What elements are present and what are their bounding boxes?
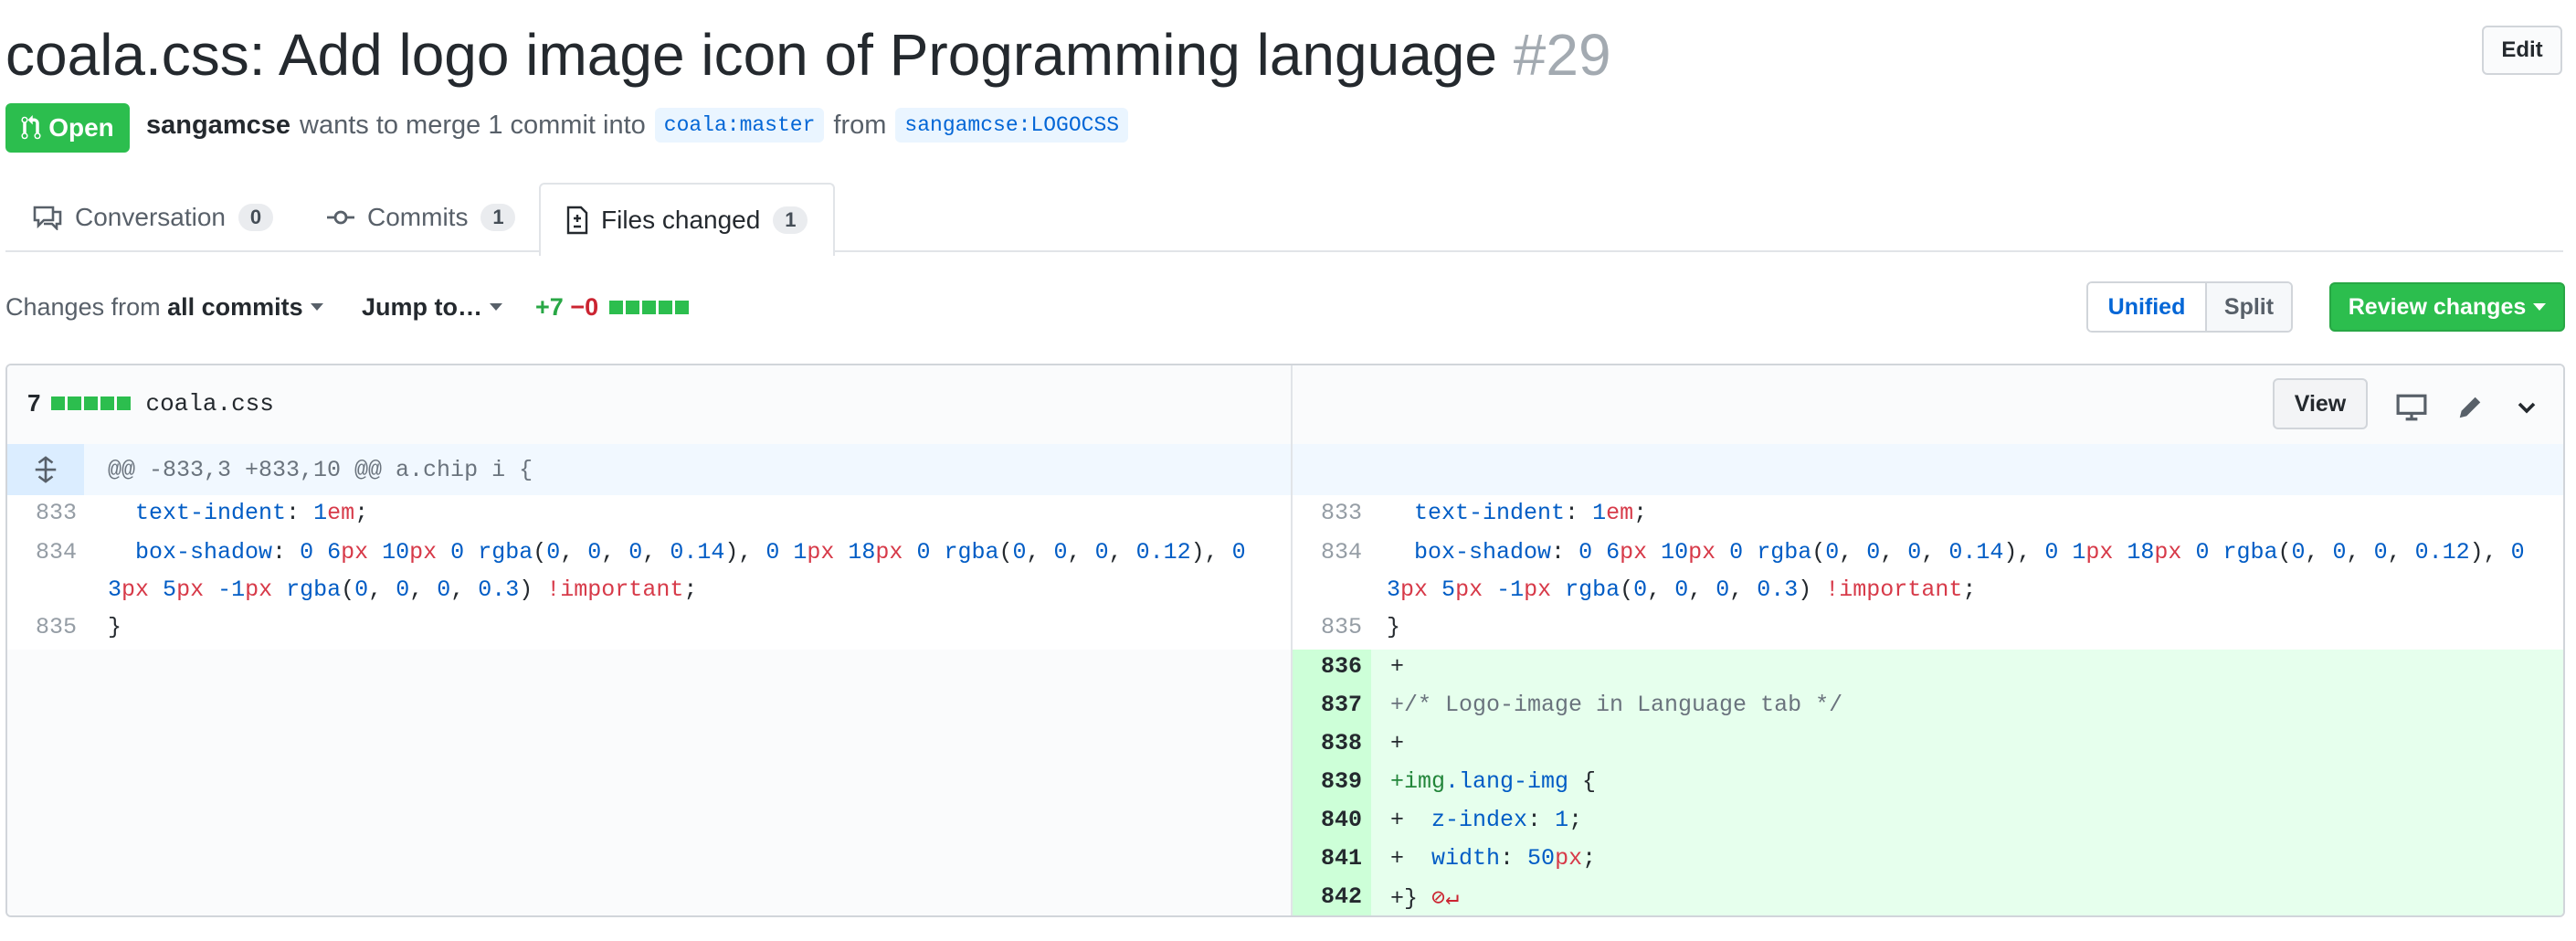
pull-request-icon [21,115,41,140]
code-line-added: +img.lang-img { [1390,768,1597,795]
status-badge: Open [5,103,130,153]
changes-from-prefix: Changes from [5,292,161,321]
line-number[interactable]: 836 [1293,653,1362,680]
line-number[interactable]: 841 [1293,845,1362,872]
changes-from-value: all commits [167,292,303,321]
code-line: text-indent: 1em; [135,500,369,526]
file-diffstat-blocks [51,396,132,410]
diffstat: +7 −0 [535,287,690,327]
chevron-down-icon [490,303,502,311]
diff-view-toggle: Unified Split [2086,281,2293,333]
code-line-added: + [1390,730,1405,756]
merge-text: wants to merge 1 commit into [300,110,646,140]
tab-files-changed[interactable]: Files changed 1 [539,183,836,256]
chevron-down-icon [2533,303,2547,311]
line-number[interactable]: 834 [1293,539,1362,566]
file-info: 7 coala.css [27,389,274,418]
hunk-header-text: @@ -833,3 +833,10 @@ a.chip i { [108,457,533,483]
chevron-down-icon [310,303,323,311]
author-link[interactable]: sangamcse [146,111,290,141]
pr-title-text: coala.css: Add logo image icon of Progra… [5,22,1497,88]
line-number[interactable]: 840 [1293,807,1362,833]
empty-left-side [7,650,1291,915]
code-line-added: +} ⊘↵ [1390,885,1460,912]
pr-meta: sangamcse wants to merge 1 commit into c… [146,108,1129,143]
line-number[interactable]: 837 [1293,692,1362,718]
line-number[interactable]: 835 [7,614,77,640]
comment-icon [33,206,62,230]
code-line-added: + z-index: 1; [1390,807,1583,833]
tab-commits[interactable]: Commits 1 [301,183,541,252]
deletions-count: −0 [570,292,599,321]
head-branch[interactable]: sangamcse:LOGOCSS [895,108,1129,143]
code-line: } [1387,614,1401,640]
file-diff-icon [566,206,588,235]
code-line: box-shadow: 0 6px 10px 0 rgba(0, 0, 0, 0… [1414,539,2525,566]
tab-commits-label: Commits [367,203,469,231]
pencil-icon[interactable] [2452,389,2488,426]
view-file-button[interactable]: View [2273,378,2368,429]
line-number[interactable]: 838 [1293,730,1362,756]
code-line: text-indent: 1em; [1414,500,1648,526]
code-line-wrap: 3px 5px -1px rgba(0, 0, 0, 0.3) !importa… [1387,576,1977,603]
jump-to-label: Jump to… [362,292,482,321]
file-diff: 7 coala.css View @@ -833,3 +833,10 @@ a.… [5,364,2565,917]
hunk-header: @@ -833,3 +833,10 @@ a.chip i { [7,444,2563,495]
chevron-down-icon[interactable] [2508,389,2545,426]
tab-conversation-label: Conversation [75,203,226,231]
file-change-count: 7 [27,389,41,417]
tab-files-changed-label: Files changed [601,206,761,234]
tab-commits-count: 1 [480,204,516,231]
diffstat-blocks [609,300,690,314]
code-line-wrap: 3px 5px -1px rgba(0, 0, 0, 0.3) !importa… [108,576,698,603]
changes-from-dropdown[interactable]: Changes from all commits [5,287,323,327]
tab-files-changed-count: 1 [773,206,808,234]
tab-conversation-count: 0 [238,204,273,231]
unified-button[interactable]: Unified [2088,283,2207,331]
expand-icon[interactable] [7,444,84,495]
line-number[interactable]: 833 [1293,500,1362,526]
code-line-added: + width: 50px; [1390,845,1597,872]
code-line: box-shadow: 0 6px 10px 0 rgba(0, 0, 0, 0… [135,539,1246,566]
edit-button[interactable]: Edit [2482,26,2562,75]
split-button[interactable]: Split [2207,283,2291,331]
file-name[interactable]: coala.css [145,390,273,418]
pr-title: coala.css: Add logo image icon of Progra… [5,18,1611,91]
code-line: } [108,614,122,640]
from-text: from [833,110,887,140]
file-header: 7 coala.css View [7,365,2563,446]
line-number[interactable]: 834 [7,539,77,566]
code-line-added: + [1390,653,1405,680]
display-rich-diff-icon[interactable] [2393,389,2430,426]
review-changes-button[interactable]: Review changes [2329,282,2565,332]
jump-to-dropdown[interactable]: Jump to… [362,287,502,327]
line-number[interactable]: 835 [1293,614,1362,640]
line-number[interactable]: 842 [1293,883,1362,910]
code-line-added: +/* Logo-image in Language tab */ [1390,692,1843,718]
no-newline-icon: ⊘↵ [1431,885,1460,912]
commit-icon [327,210,354,225]
line-number[interactable]: 833 [7,500,77,526]
base-branch[interactable]: coala:master [654,108,825,143]
pr-number: #29 [1513,22,1611,88]
review-changes-label: Review changes [2348,293,2527,320]
status-label: Open [48,113,114,142]
line-number[interactable]: 839 [1293,768,1362,795]
tab-conversation[interactable]: Conversation 0 [7,183,299,252]
additions-count: +7 [535,292,564,321]
